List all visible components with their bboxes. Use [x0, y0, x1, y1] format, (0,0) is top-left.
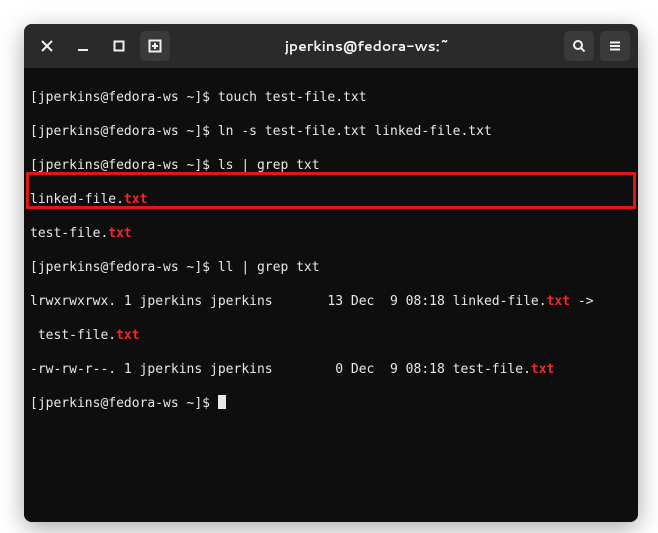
command-text: ln -s test-file.txt linked-file.txt: [218, 124, 492, 139]
command-text: ls | grep txt: [218, 158, 320, 173]
search-icon: [572, 39, 586, 53]
terminal-body[interactable]: [jperkins@fedora-ws ~]$ touch test-file.…: [24, 68, 638, 522]
highlighted-ext: txt: [124, 192, 147, 207]
output-text: lrwxrwxrwx. 1 jperkins jperkins 13 Dec 9…: [30, 294, 547, 309]
highlighted-ext: txt: [547, 294, 570, 309]
window-title: jperkins@fedora-ws:~: [182, 36, 552, 56]
hamburger-icon: [608, 39, 622, 53]
close-button[interactable]: [32, 31, 62, 61]
prompt: [jperkins@fedora-ws ~]$: [30, 260, 218, 275]
output-text: test-file.: [30, 226, 108, 241]
prompt: [jperkins@fedora-ws ~]$: [30, 396, 218, 411]
output-text: test-file.: [30, 328, 116, 343]
terminal-line: test-file.txt: [30, 327, 632, 344]
terminal-line: [jperkins@fedora-ws ~]$ ll | grep txt: [30, 259, 632, 276]
minimize-button[interactable]: [68, 31, 98, 61]
prompt: [jperkins@fedora-ws ~]$: [30, 158, 218, 173]
terminal-line: linked-file.txt: [30, 191, 632, 208]
terminal-line: test-file.txt: [30, 225, 632, 242]
search-button[interactable]: [564, 31, 594, 61]
close-icon: [40, 39, 54, 53]
new-tab-icon: [148, 39, 162, 53]
titlebar: jperkins@fedora-ws:~: [24, 24, 638, 68]
terminal-line: -rw-rw-r--. 1 jperkins jperkins 0 Dec 9 …: [30, 361, 632, 378]
menu-button[interactable]: [600, 31, 630, 61]
output-text: linked-file.: [30, 192, 124, 207]
prompt: [jperkins@fedora-ws ~]$: [30, 124, 218, 139]
terminal-window: jperkins@fedora-ws:~ [jperkins@fedora-ws…: [24, 24, 638, 522]
highlighted-ext: txt: [116, 328, 139, 343]
terminal-line: lrwxrwxrwx. 1 jperkins jperkins 13 Dec 9…: [30, 293, 632, 310]
terminal-line: [jperkins@fedora-ws ~]$: [30, 395, 632, 412]
maximize-icon: [112, 39, 126, 53]
command-text: touch test-file.txt: [218, 90, 367, 105]
maximize-button[interactable]: [104, 31, 134, 61]
terminal-line: [jperkins@fedora-ws ~]$ ln -s test-file.…: [30, 123, 632, 140]
terminal-line: [jperkins@fedora-ws ~]$ touch test-file.…: [30, 89, 632, 106]
output-text: -rw-rw-r--. 1 jperkins jperkins 0 Dec 9 …: [30, 362, 531, 377]
minimize-icon: [76, 39, 90, 53]
cursor: [218, 395, 226, 409]
command-text: ll | grep txt: [218, 260, 320, 275]
output-text: ->: [570, 294, 593, 309]
prompt: [jperkins@fedora-ws ~]$: [30, 90, 218, 105]
new-tab-button[interactable]: [140, 31, 170, 61]
highlighted-ext: txt: [531, 362, 554, 377]
terminal-line: [jperkins@fedora-ws ~]$ ls | grep txt: [30, 157, 632, 174]
highlighted-ext: txt: [108, 226, 131, 241]
